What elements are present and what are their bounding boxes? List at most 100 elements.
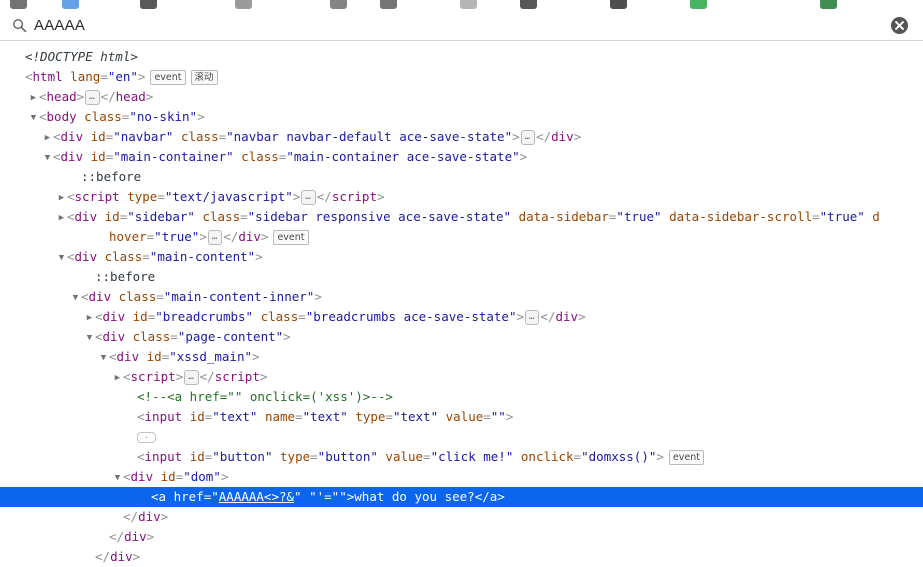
extension-icon-8[interactable]	[520, 0, 537, 9]
expand-children-icon[interactable]: …	[525, 310, 540, 325]
code-token: >	[76, 89, 85, 104]
chevron-right-icon[interactable]: ▶	[112, 368, 123, 387]
dom-div-close-node[interactable]: </div>	[0, 507, 923, 527]
extension-icon-5[interactable]	[330, 0, 347, 9]
code-token: id	[97, 209, 120, 224]
breadcrumbs-div-node[interactable]: ▶ <div id="breadcrumbs" class="breadcrumb…	[0, 307, 923, 327]
chevron-down-icon[interactable]: ▼	[112, 468, 123, 487]
code-token: input	[144, 449, 183, 464]
expand-children-icon[interactable]: …	[207, 230, 223, 245]
node-badge[interactable]: event	[150, 70, 186, 85]
extension-icon-6[interactable]	[380, 0, 397, 9]
code-token: <	[137, 449, 145, 464]
extension-icon-1[interactable]	[10, 0, 27, 9]
input-button-node[interactable]: <input id="button" type="button" value="…	[0, 447, 923, 467]
code-token: class	[194, 209, 241, 224]
code-token: id	[182, 449, 205, 464]
expand-children-icon[interactable]: …	[520, 130, 536, 145]
script-node-2[interactable]: ▶ <script>… </script>	[0, 367, 923, 387]
sidebar-div-node-wrap[interactable]: hover="true">… </div> event	[0, 227, 923, 247]
code-token: >	[146, 529, 155, 544]
code-token: class	[173, 129, 219, 144]
main-container-div-node[interactable]: ▼ <div id="main-container" class="main-co…	[0, 147, 923, 167]
expand-children-icon[interactable]: …	[301, 190, 316, 205]
xssd-main-close-node[interactable]: </div>	[0, 527, 923, 547]
anchor-node[interactable]: <a href="AAAAAA<>?&" "'="">what do you s…	[0, 487, 923, 507]
extension-icon-3[interactable]	[140, 0, 157, 9]
chevron-right-icon[interactable]: ▶	[56, 208, 67, 227]
comment-node[interactable]: <!--<a href="" onclick=('xss')>-->	[0, 387, 923, 407]
chevron-right-icon[interactable]: ▶	[84, 308, 95, 327]
code-token: data-sidebar-scroll	[661, 209, 813, 224]
code-token: div	[555, 309, 579, 324]
node-badge[interactable]: event	[273, 230, 309, 245]
dom-tree-panel[interactable]: <!DOCTYPE html> <html lang="en"> event 滚动 ▶…	[0, 41, 923, 567]
search-input[interactable]: AAAAA	[34, 17, 890, 34]
extension-icon-7[interactable]	[460, 0, 477, 9]
chevron-down-icon[interactable]: ▼	[56, 248, 67, 267]
chevron-down-icon[interactable]: ▼	[42, 148, 53, 167]
pseudo-before-node-1[interactable]: ::before	[0, 167, 923, 187]
extension-icon-4[interactable]	[235, 0, 252, 9]
extension-icon-9[interactable]	[610, 0, 627, 9]
extension-icon-2[interactable]	[62, 0, 79, 9]
code-token: </	[109, 529, 125, 544]
code-token: "sidebar"	[127, 209, 195, 224]
script-node-1[interactable]: ▶ <script type="text/javascript">… </scrip…	[0, 187, 923, 207]
page-content-div-node[interactable]: ▼ <div class="page-content">	[0, 327, 923, 347]
chevron-down-icon[interactable]: ▼	[84, 328, 95, 347]
main-content-inner-div-node[interactable]: ▼ <div class="main-content-inner">	[0, 287, 923, 307]
code-token: d	[864, 209, 880, 224]
code-token: id	[182, 409, 205, 424]
input-text-node[interactable]: <input id="text" name="text" type="text"…	[0, 407, 923, 427]
expand-children-icon[interactable]: …	[184, 370, 199, 385]
code-token: >	[145, 89, 154, 104]
chevron-right-icon[interactable]: ▶	[28, 88, 39, 107]
toggle-spacer	[14, 68, 25, 87]
code-token: "text"	[392, 409, 439, 424]
chevron-down-icon[interactable]: ▼	[70, 288, 81, 307]
expand-children-icon[interactable]: …	[85, 90, 100, 105]
code-token: script	[214, 369, 260, 384]
code-token: "main-container"	[113, 149, 234, 164]
toggle-spacer	[126, 408, 137, 427]
dom-div-node[interactable]: ▼ <div id="dom">	[0, 467, 923, 487]
extension-icon-10[interactable]	[690, 0, 707, 9]
code-token: onclick	[513, 449, 574, 464]
main-content-div-node[interactable]: ▼ <div class="main-content">	[0, 247, 923, 267]
html-node[interactable]: <html lang="en"> event 滚动	[0, 67, 923, 87]
page-content-close-node[interactable]: </div>	[0, 547, 923, 567]
code-token: </	[316, 189, 332, 204]
xssd-main-div-node[interactable]: ▼ <div id="xssd_main">	[0, 347, 923, 367]
code-token: "navbar"	[113, 129, 174, 144]
code-token: >	[137, 69, 146, 84]
code-token: div	[110, 549, 133, 564]
toggle-spacer	[14, 48, 25, 67]
code-token: "click me!"	[430, 449, 514, 464]
navbar-div-node[interactable]: ▶ <div id="navbar" class="navbar navbar-d…	[0, 127, 923, 147]
doctype-node[interactable]: <!DOCTYPE html>	[0, 47, 923, 67]
code-token: type	[347, 409, 386, 424]
chevron-down-icon[interactable]: ▼	[98, 348, 109, 367]
node-badge[interactable]: 滚动	[190, 70, 218, 85]
code-token[interactable]: AAAAAA<>?&	[219, 489, 294, 504]
head-node[interactable]: ▶ <head>… </head>	[0, 87, 923, 107]
toggle-spacer	[98, 228, 109, 247]
chevron-right-icon[interactable]: ▶	[42, 128, 53, 147]
code-token: <	[53, 129, 61, 144]
chevron-down-icon[interactable]: ▼	[28, 108, 39, 127]
body-node[interactable]: ▼ <body class="no-skin">	[0, 107, 923, 127]
sidebar-div-node[interactable]: ▶ <div id="sidebar" class="sidebar respon…	[0, 207, 923, 227]
chevron-right-icon[interactable]: ▶	[56, 188, 67, 207]
node-badge[interactable]: event	[668, 450, 704, 465]
close-icon[interactable]	[890, 16, 909, 35]
code-token: div	[551, 129, 574, 144]
input-widget-preview-row[interactable]: ·	[0, 427, 923, 447]
code-token: =	[295, 409, 303, 424]
code-token: <	[81, 289, 89, 304]
pseudo-before-node-2[interactable]: ::before	[0, 267, 923, 287]
extension-icon-11[interactable]	[820, 0, 837, 9]
code-token: >	[199, 229, 207, 244]
code-token: >	[197, 109, 205, 124]
code-token: =	[483, 409, 491, 424]
